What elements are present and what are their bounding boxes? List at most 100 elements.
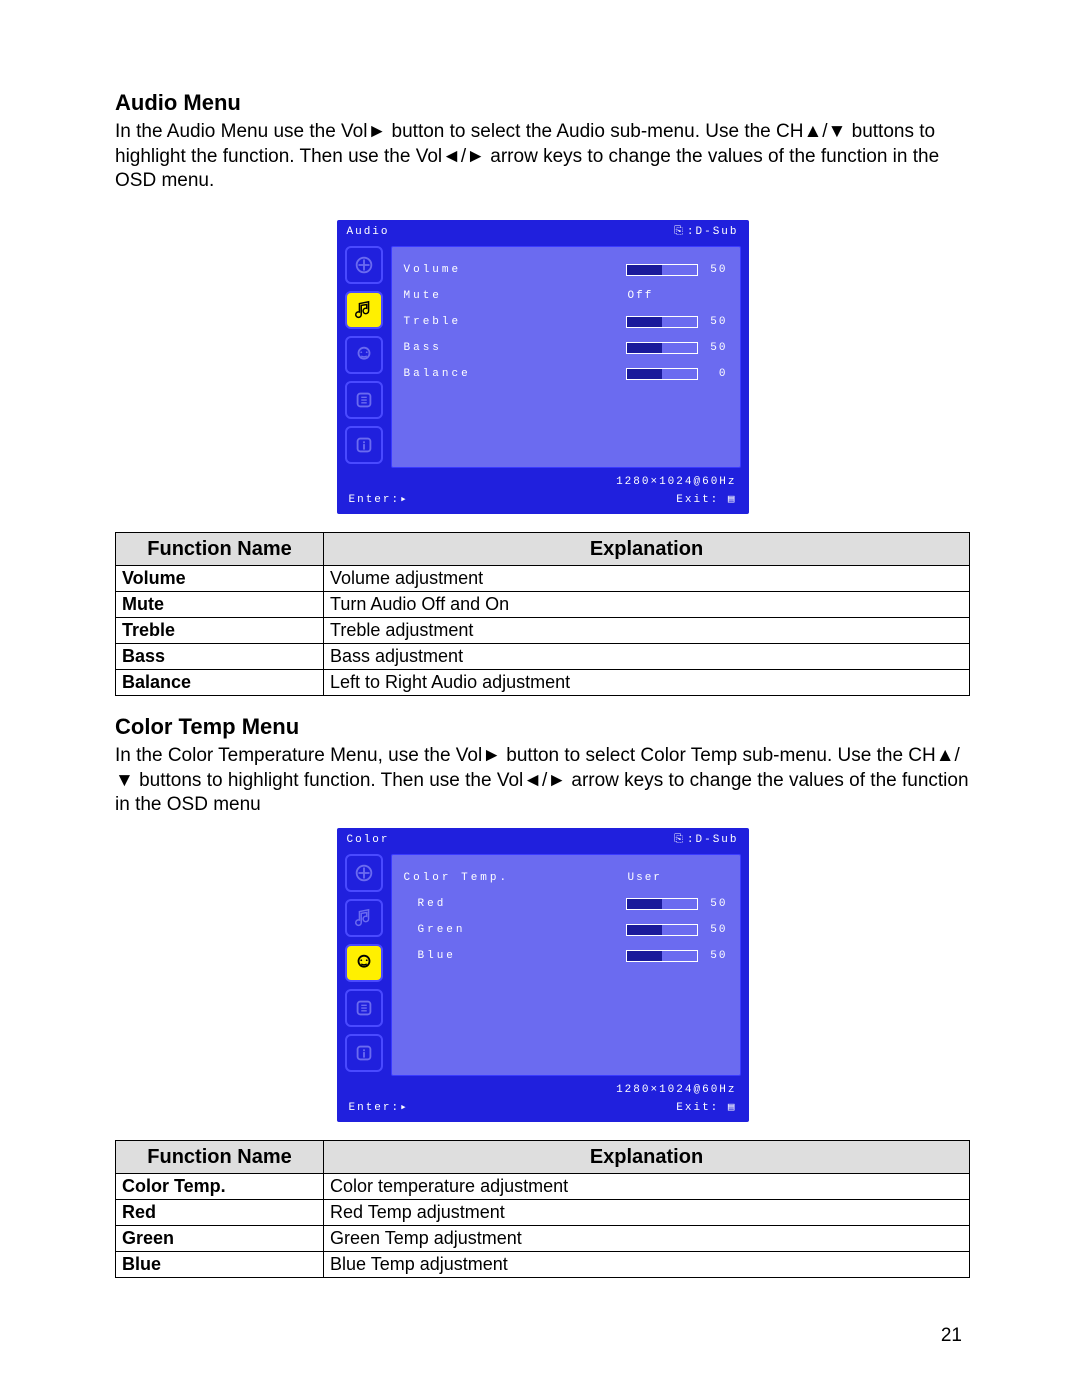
input-icon: ⎘ — [674, 834, 685, 846]
osd-value-colortemp: User — [628, 872, 698, 884]
osd-audio-content: Volume 50 Mute Off 00 T — [391, 246, 741, 468]
fn-cell: Balance — [116, 670, 324, 696]
color-tab-icon[interactable] — [345, 944, 383, 982]
osd-color-panel: Color ⎘:D-Sub — [337, 828, 749, 1122]
osd-slider-bass[interactable] — [626, 342, 698, 354]
ex-cell: Treble adjustment — [324, 618, 970, 644]
osd-input-indicator: ⎘:D-Sub — [674, 226, 738, 238]
table-header-function: Function Name — [116, 1141, 324, 1174]
osd-input-indicator: ⎘:D-Sub — [674, 834, 738, 846]
osd-input-label: :D-Sub — [687, 834, 739, 846]
table-header-explanation: Explanation — [324, 533, 970, 566]
osd-label-green: Green — [404, 924, 466, 936]
fn-cell: Color Temp. — [116, 1174, 324, 1200]
fn-cell: Green — [116, 1226, 324, 1252]
table-row: MuteTurn Audio Off and On — [116, 592, 970, 618]
osd-input-label: :D-Sub — [687, 226, 739, 238]
osd-audio-title: Audio — [347, 226, 390, 238]
osd-value-red: 50 — [708, 898, 728, 910]
setup-tab-icon[interactable] — [345, 381, 383, 419]
osd-exit-hint: Exit: ▤ — [676, 1100, 736, 1114]
picture-tab-icon[interactable] — [345, 246, 383, 284]
osd-label-balance: Balance — [404, 368, 471, 380]
osd-resolution: 1280×1024@60Hz — [337, 476, 749, 490]
ex-cell: Color temperature adjustment — [324, 1174, 970, 1200]
osd-slider-treble[interactable] — [626, 316, 698, 328]
osd-row-bass[interactable]: Bass 50 — [404, 335, 728, 361]
table-row: TrebleTreble adjustment — [116, 618, 970, 644]
color-function-table: Function Name Explanation Color Temp.Col… — [115, 1140, 970, 1278]
osd-row-red[interactable]: Red 50 — [404, 891, 728, 917]
fn-cell: Treble — [116, 618, 324, 644]
fn-cell: Mute — [116, 592, 324, 618]
audio-menu-paragraph: In the Audio Menu use the Vol► button to… — [115, 120, 970, 194]
osd-color-content: Color Temp. User 00 Red 50 — [391, 854, 741, 1076]
picture-tab-icon[interactable] — [345, 854, 383, 892]
fn-cell: Volume — [116, 566, 324, 592]
table-header-explanation: Explanation — [324, 1141, 970, 1174]
osd-row-mute[interactable]: Mute Off 00 — [404, 283, 728, 309]
table-row: BlueBlue Temp adjustment — [116, 1252, 970, 1278]
osd-slider-volume[interactable] — [626, 264, 698, 276]
osd-label-mute: Mute — [404, 290, 442, 302]
osd-enter-hint: Enter:▸ — [349, 492, 409, 506]
ex-cell: Volume adjustment — [324, 566, 970, 592]
ex-cell: Green Temp adjustment — [324, 1226, 970, 1252]
audio-function-table: Function Name Explanation VolumeVolume a… — [115, 532, 970, 696]
osd-row-colortemp[interactable]: Color Temp. User 00 — [404, 865, 728, 891]
osd-color-title: Color — [347, 834, 390, 846]
osd-enter-hint: Enter:▸ — [349, 1100, 409, 1114]
osd-row-green[interactable]: Green 50 — [404, 917, 728, 943]
table-header-function: Function Name — [116, 533, 324, 566]
ex-cell: Turn Audio Off and On — [324, 592, 970, 618]
osd-value-volume: 50 — [708, 264, 728, 276]
color-temp-menu-paragraph: In the Color Temperature Menu, use the V… — [115, 744, 970, 818]
osd-exit-hint: Exit: ▤ — [676, 492, 736, 506]
osd-label-blue: Blue — [404, 950, 456, 962]
osd-label-treble: Treble — [404, 316, 462, 328]
info-tab-icon[interactable] — [345, 1034, 383, 1072]
osd-label-bass: Bass — [404, 342, 442, 354]
osd-value-blue: 50 — [708, 950, 728, 962]
ex-cell: Blue Temp adjustment — [324, 1252, 970, 1278]
osd-row-blue[interactable]: Blue 50 — [404, 943, 728, 969]
ex-cell: Left to Right Audio adjustment — [324, 670, 970, 696]
osd-audio-panel: Audio ⎘:D-Sub — [337, 220, 749, 514]
color-tab-icon[interactable] — [345, 336, 383, 374]
table-row: VolumeVolume adjustment — [116, 566, 970, 592]
table-row: Color Temp.Color temperature adjustment — [116, 1174, 970, 1200]
osd-label-volume: Volume — [404, 264, 462, 276]
osd-value-mute: Off — [628, 290, 698, 302]
fn-cell: Red — [116, 1200, 324, 1226]
osd-value-treble: 50 — [708, 316, 728, 328]
osd-slider-blue[interactable] — [626, 950, 698, 962]
osd-sidebar — [345, 854, 383, 1076]
table-row: RedRed Temp adjustment — [116, 1200, 970, 1226]
osd-slider-balance[interactable] — [626, 368, 698, 380]
osd-resolution: 1280×1024@60Hz — [337, 1084, 749, 1098]
setup-tab-icon[interactable] — [345, 989, 383, 1027]
osd-slider-green[interactable] — [626, 924, 698, 936]
osd-label-colortemp: Color Temp. — [404, 872, 510, 884]
osd-row-balance[interactable]: Balance 0 — [404, 361, 728, 387]
osd-value-bass: 50 — [708, 342, 728, 354]
osd-sidebar — [345, 246, 383, 468]
table-row: GreenGreen Temp adjustment — [116, 1226, 970, 1252]
table-row: BassBass adjustment — [116, 644, 970, 670]
osd-row-treble[interactable]: Treble 50 — [404, 309, 728, 335]
fn-cell: Blue — [116, 1252, 324, 1278]
page-number: 21 — [941, 1325, 962, 1347]
osd-value-green: 50 — [708, 924, 728, 936]
audio-tab-icon[interactable] — [345, 291, 383, 329]
input-icon: ⎘ — [674, 226, 685, 238]
table-row: BalanceLeft to Right Audio adjustment — [116, 670, 970, 696]
osd-row-volume[interactable]: Volume 50 — [404, 257, 728, 283]
fn-cell: Bass — [116, 644, 324, 670]
ex-cell: Bass adjustment — [324, 644, 970, 670]
ex-cell: Red Temp adjustment — [324, 1200, 970, 1226]
osd-value-balance: 0 — [708, 368, 728, 380]
audio-tab-icon[interactable] — [345, 899, 383, 937]
info-tab-icon[interactable] — [345, 426, 383, 464]
osd-label-red: Red — [404, 898, 447, 910]
osd-slider-red[interactable] — [626, 898, 698, 910]
